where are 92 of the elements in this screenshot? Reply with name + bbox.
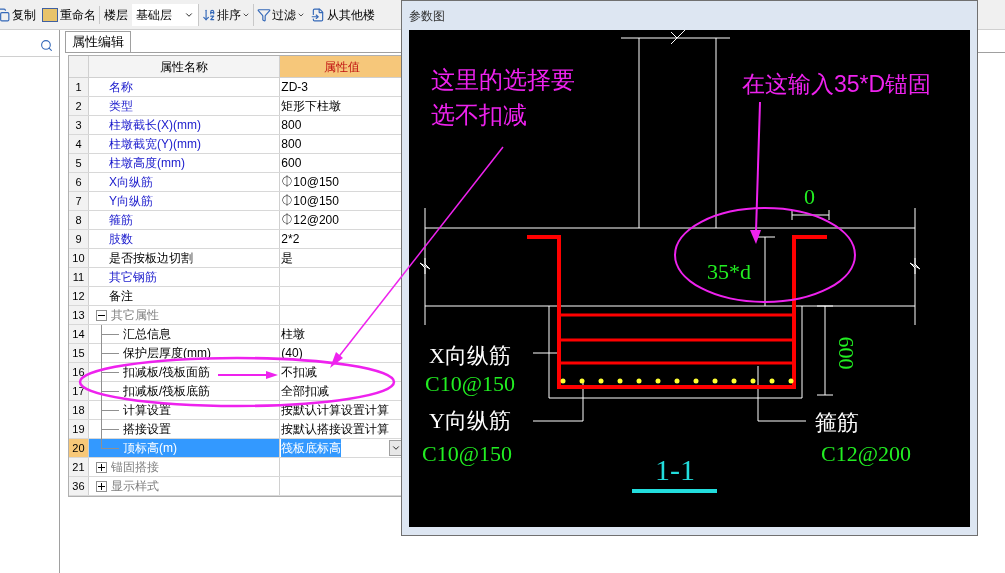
property-name-cell[interactable]: 备注 [88, 287, 281, 305]
row-number: 2 [69, 97, 89, 115]
tab[interactable]: 属性编辑 [65, 31, 131, 52]
rebar-label: X向纵筋 [429, 343, 511, 368]
property-value-cell[interactable]: 2*2 [280, 230, 403, 248]
row-number: 18 [69, 401, 89, 419]
property-value-cell[interactable]: (40) [280, 344, 403, 362]
property-name-cell[interactable]: 肢数 [88, 230, 281, 248]
column-header: 属性名称 [88, 56, 281, 77]
row-number: 7 [69, 192, 89, 210]
row-number: 21 [69, 458, 89, 476]
property-value-cell[interactable]: 800 [280, 116, 403, 134]
property-name-cell[interactable]: 类型 [88, 97, 281, 115]
collapse-icon[interactable] [95, 309, 107, 321]
toolbar-menu-button[interactable]: 排序 [198, 3, 253, 26]
dimension-label: 0 [804, 184, 815, 209]
property-value-cell[interactable]: 矩形下柱墩 [280, 97, 403, 115]
property-name-cell[interactable]: X向纵筋 [88, 173, 281, 191]
toolbar-button[interactable]: 复制 [0, 3, 39, 26]
annotation-note: 这里的选择要 [431, 66, 575, 93]
toolbar-button[interactable]: 重命名 [39, 3, 99, 26]
search-icon[interactable] [40, 39, 53, 52]
property-name-cell[interactable]: 是否按板边切割 [88, 249, 281, 267]
property-value-cell[interactable]: 柱墩 [280, 325, 403, 343]
import-icon [311, 7, 325, 22]
property-value-cell[interactable]: 全部扣减 [280, 382, 403, 400]
property-name-cell[interactable]: 柱墩截长(X)(mm) [88, 116, 281, 134]
expand-icon[interactable] [95, 480, 107, 492]
property-name-cell[interactable]: 汇总信息 [88, 325, 281, 343]
property-name-cell[interactable]: 柱墩截宽(Y)(mm) [88, 135, 281, 153]
filter-icon [257, 7, 271, 22]
caret-icon [391, 443, 401, 453]
property-name-cell[interactable]: 名称 [88, 78, 281, 96]
dimension-label: 600 [834, 336, 859, 370]
property-value-cell[interactable]: ⏀12@200 [280, 211, 403, 229]
window-title: 参数图 [409, 7, 446, 25]
section-label: 1-1 [655, 453, 695, 486]
row-number: 14 [69, 325, 89, 343]
property-name-cell[interactable]: 锚固搭接 [88, 458, 281, 476]
property-value-cell[interactable]: 600 [280, 154, 403, 172]
rebar-spec: C12@200 [821, 441, 911, 466]
sort-icon [202, 7, 216, 22]
row-number: 10 [69, 249, 89, 267]
property-name-cell[interactable]: Y向纵筋 [88, 192, 281, 210]
property-name-cell[interactable]: 扣减板/筏板底筋 [88, 382, 281, 400]
row-number: 16 [69, 363, 89, 381]
row-number: 8 [69, 211, 89, 229]
row-number: 5 [69, 154, 89, 172]
row-number: 36 [69, 477, 89, 495]
row-number: 12 [69, 287, 89, 305]
property-name-cell[interactable]: 其它属性 [88, 306, 281, 324]
property-name-cell[interactable]: 其它钢筋 [88, 268, 281, 286]
rebar-label: 箍筋 [815, 410, 859, 435]
toolbar-button[interactable]: 从其他楼 [308, 3, 378, 26]
expand-icon[interactable] [95, 461, 107, 473]
property-value-cell[interactable]: 是 [280, 249, 403, 267]
rebar-label: Y向纵筋 [429, 408, 511, 433]
property-value-cell[interactable]: ZD-3 [280, 78, 403, 96]
row-number: 4 [69, 135, 89, 153]
annotation-arrow [217, 371, 278, 379]
property-value-cell[interactable]: ⏀10@150 [280, 173, 403, 191]
row-number: 3 [69, 116, 89, 134]
dropdown-button[interactable] [389, 440, 403, 456]
row-number: 20 [69, 439, 89, 457]
property-value-cell[interactable]: 800 [280, 135, 403, 153]
property-name-cell[interactable]: 柱墩高度(mm) [88, 154, 281, 172]
toolbar-menu-button[interactable]: 过滤 [253, 3, 308, 26]
row-number: 13 [69, 306, 89, 324]
property-value-cell[interactable]: 按默认搭接设置计算 [280, 420, 403, 438]
property-name-cell[interactable]: 计算设置 [88, 401, 281, 419]
copy-icon [0, 7, 10, 22]
annotation-note: 在这输入35*D锚固 [742, 71, 932, 97]
column-header: 属性值 [280, 56, 403, 77]
rename-icon [42, 7, 58, 22]
row-number: 1 [69, 78, 89, 96]
property-name-cell[interactable]: 保护层厚度(mm) [88, 344, 281, 362]
row-number: 19 [69, 420, 89, 438]
row-number: 6 [69, 173, 89, 191]
rebar-spec: C10@150 [425, 371, 515, 396]
row-number: 15 [69, 344, 89, 362]
property-value-cell[interactable]: ⏀10@150 [280, 192, 403, 210]
property-name-cell[interactable]: 箍筋 [88, 211, 281, 229]
property-name-cell[interactable]: 搭接设置 [88, 420, 281, 438]
row-number: 17 [69, 382, 89, 400]
property-name-cell[interactable]: 显示样式 [88, 477, 281, 495]
row-number: 11 [69, 268, 89, 286]
row-number: 9 [69, 230, 89, 248]
annotation-note: 选不扣减 [431, 101, 527, 128]
rebar-spec: C10@150 [422, 441, 512, 466]
property-value-cell[interactable]: 不扣减 [280, 363, 403, 381]
dimension-label: 35*d [707, 259, 751, 284]
floor-select[interactable]: 基础层 [132, 3, 198, 26]
